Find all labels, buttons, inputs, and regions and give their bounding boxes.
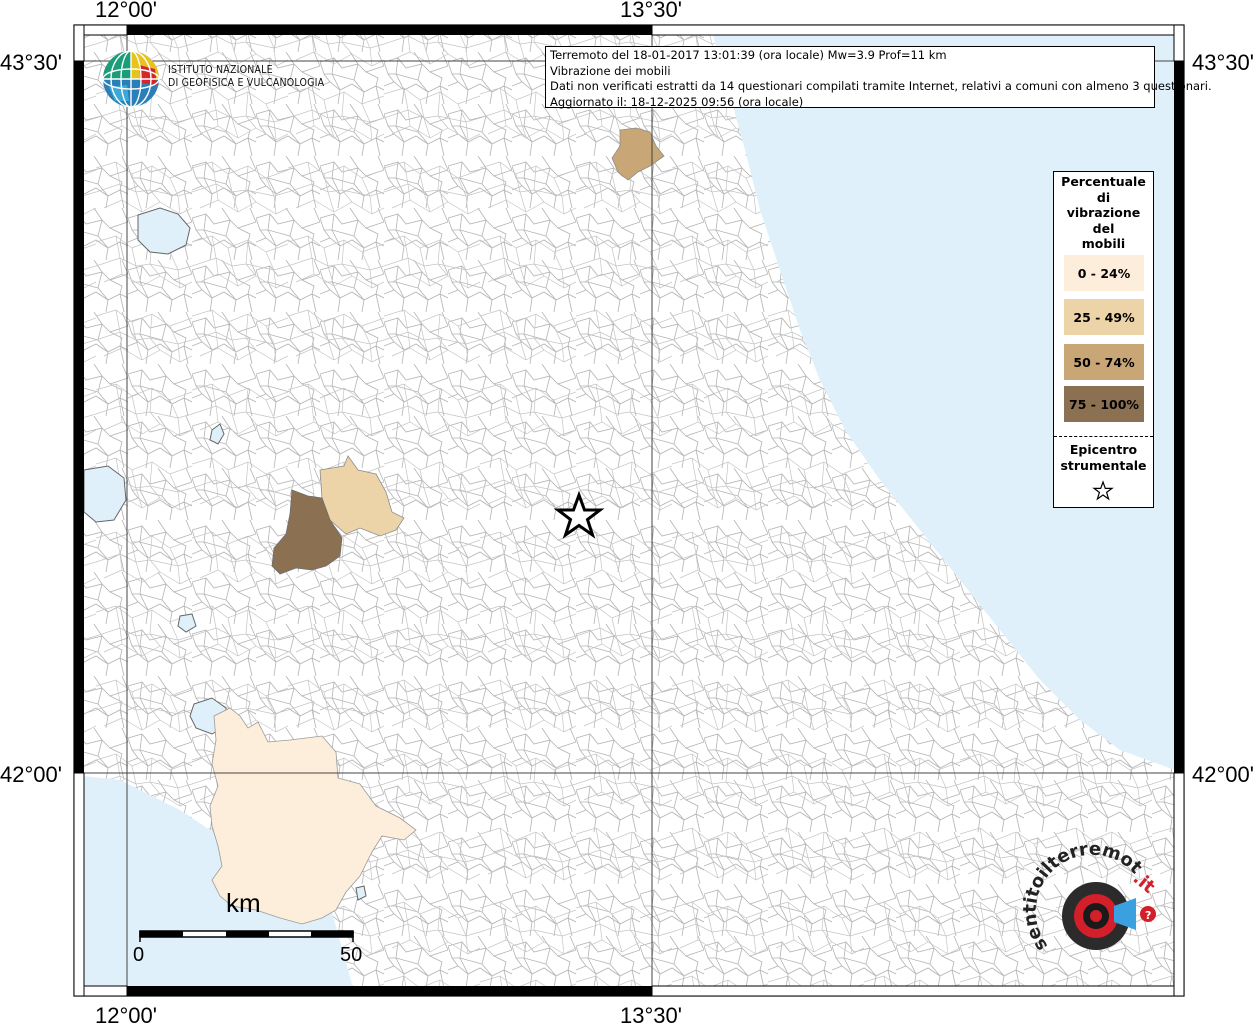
event-info-box: Terremoto del 18-01-2017 13:01:39 (ora l… [545, 46, 1212, 109]
lat-label-right-2: 42°00' [1192, 762, 1254, 787]
legend-item-25-49: 25 - 49% [1064, 299, 1144, 335]
lat-label-right-1: 43°30' [1192, 50, 1254, 75]
legend-star-icon [1092, 480, 1114, 501]
map-canvas: ? sentitoilterremoto .it [73, 24, 1185, 997]
legend-title-line: di [1096, 189, 1111, 205]
legend-title-line: vibrazione [1066, 205, 1141, 220]
event-title: Terremoto del 18-01-2017 13:01:39 (ora l… [550, 48, 947, 62]
legend-epicenter-line: strumentale [1060, 458, 1147, 473]
lat-label-left-2: 42°00' [0, 762, 62, 787]
scale-unit-label: km [226, 888, 261, 918]
legend-title-line: Percentuale [1061, 174, 1146, 189]
ingv-logo-text: ISTITUTO NAZIONALE DI GEOFISICA E VULCAN… [168, 64, 324, 90]
legend-epicenter-line: Epicentro [1069, 442, 1138, 457]
legend-title-line: del [1092, 220, 1115, 236]
legend-item-75-100: 75 - 100% [1064, 386, 1144, 422]
lon-label-bottom-2: 13°30' [620, 1003, 682, 1028]
scale-max-label: 50 [340, 944, 363, 966]
legend-item-0-24: 0 - 24% [1064, 255, 1144, 291]
lon-label-bottom-1: 12°00' [95, 1003, 157, 1028]
scale-min-label: 0 [133, 944, 145, 966]
legend-title-line: mobili [1081, 236, 1126, 251]
legend-divider [1054, 436, 1153, 437]
ingv-line-2: DI GEOFISICA E VULCANOLOGIA [168, 77, 325, 89]
ingv-logo-icon [102, 50, 160, 108]
ingv-line-1: ISTITUTO NAZIONALE [168, 64, 273, 76]
legend: Percentuale di vibrazione del mobili 0 -… [1053, 171, 1154, 508]
legend-item-50-74: 50 - 74% [1064, 344, 1144, 380]
legend-epicenter-label: Epicentro strumentale [1054, 442, 1153, 474]
lon-label-top-2: 13°30' [620, 0, 682, 22]
legend-title: Percentuale di vibrazione del mobili [1054, 174, 1153, 252]
lat-label-left-1: 43°30' [0, 50, 62, 75]
svg-text:?: ? [1145, 909, 1151, 922]
map-subject: Vibrazione dei mobili [550, 63, 671, 78]
update-timestamp: Aggiornato il: 18-12-2025 09:56 (ora loc… [550, 94, 804, 109]
lon-label-top-1: 12°00' [95, 0, 157, 22]
data-note: Dati non verificati estratti da 14 quest… [550, 79, 1212, 93]
